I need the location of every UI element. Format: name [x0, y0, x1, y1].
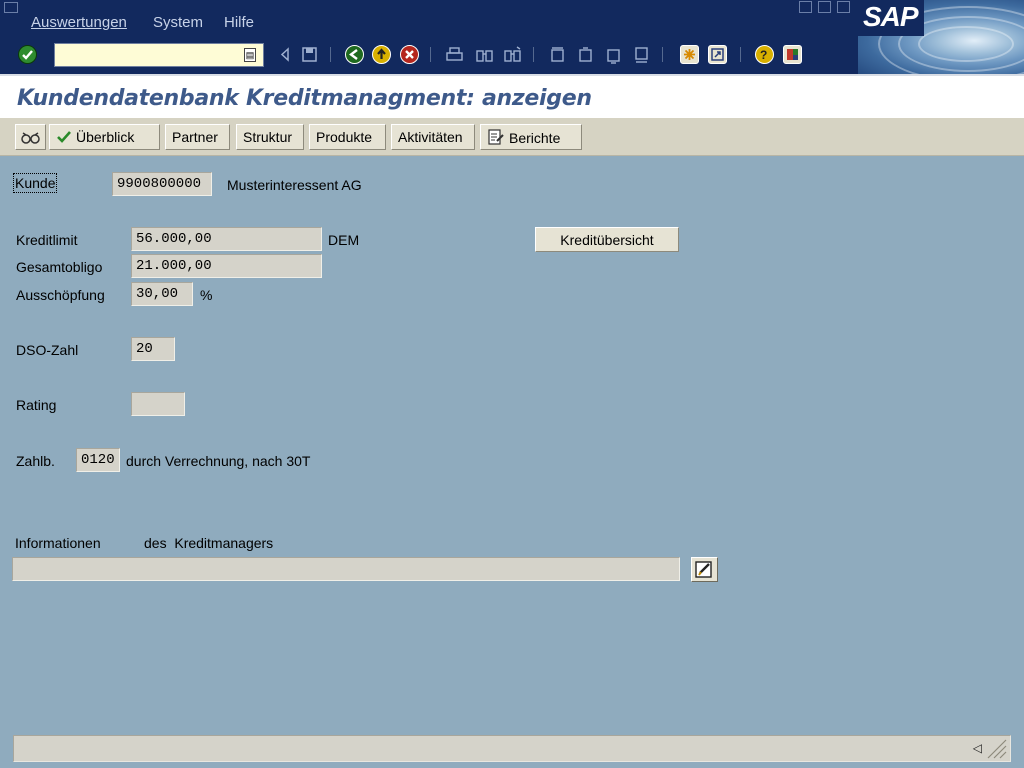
- title-bar: Kundendatenbank Kreditmanagment: anzeige…: [0, 74, 1024, 118]
- edit-note-button[interactable]: [691, 557, 718, 582]
- status-expand-icon[interactable]: ◁: [973, 741, 982, 755]
- application-toolbar: Überblick Partner Struktur Produkte Akti…: [0, 118, 1024, 156]
- ausschoepfung-unit: %: [200, 287, 213, 303]
- next-page-icon[interactable]: [604, 45, 623, 64]
- checkmark-icon: [56, 130, 72, 147]
- green-back-icon[interactable]: [345, 45, 364, 64]
- rating-field[interactable]: [131, 392, 185, 416]
- gesamtobligo-label: Gesamtobligo: [16, 259, 103, 275]
- status-bar: ◁: [13, 735, 1011, 762]
- kredituebersicht-button[interactable]: Kreditübersicht: [535, 227, 679, 252]
- last-page-icon[interactable]: [632, 45, 651, 64]
- minimize-icon[interactable]: [799, 1, 812, 13]
- shortcut-icon[interactable]: [708, 45, 727, 64]
- find-next-icon[interactable]: [503, 45, 522, 64]
- kunde-name: Musterinteressent AG: [227, 177, 362, 193]
- customize-layout-icon[interactable]: [783, 45, 802, 64]
- command-dropdown-icon[interactable]: ▤: [244, 48, 256, 62]
- dso-field[interactable]: 20: [131, 337, 175, 361]
- svg-text:?: ?: [760, 48, 767, 62]
- first-page-icon[interactable]: [548, 45, 567, 64]
- maximize-icon[interactable]: [818, 1, 831, 13]
- informationen-label: Informationen: [15, 535, 101, 551]
- kreditlimit-label: Kreditlimit: [16, 232, 78, 248]
- sap-logo-text: SAP: [863, 1, 919, 32]
- ueberblick-button[interactable]: Überblick: [49, 124, 160, 150]
- glasses-icon: [21, 132, 40, 144]
- create-session-icon[interactable]: [680, 45, 699, 64]
- menu-auswertungen[interactable]: Auswertungen: [31, 14, 127, 31]
- dso-label: DSO-Zahl: [16, 342, 79, 358]
- resize-grip-icon[interactable]: [986, 738, 1008, 760]
- find-icon[interactable]: [475, 45, 494, 64]
- ausschoepfung-label: Ausschöpfung: [16, 287, 105, 303]
- aktivitaeten-button[interactable]: Aktivitäten: [391, 124, 475, 150]
- gesamtobligo-field[interactable]: 21.000,00: [131, 254, 322, 278]
- help-icon[interactable]: ?: [755, 45, 774, 64]
- report-icon: [487, 129, 505, 148]
- kreditlimit-currency: DEM: [328, 232, 360, 248]
- print-icon[interactable]: [445, 45, 464, 64]
- previous-page-icon[interactable]: [576, 45, 595, 64]
- ausschoepfung-field[interactable]: 30,00: [131, 282, 193, 306]
- close-window-icon[interactable]: [837, 1, 850, 13]
- menu-hilfe[interactable]: Hilfe: [224, 14, 254, 31]
- page-title: Kundendatenbank Kreditmanagment: anzeige…: [17, 86, 592, 111]
- system-toolbar: ▤ ?: [0, 36, 858, 74]
- cancel-icon[interactable]: [400, 45, 419, 64]
- struktur-button[interactable]: Struktur: [236, 124, 304, 150]
- save-icon[interactable]: [300, 45, 319, 64]
- kreditmanager-label: des Kreditmanagers: [144, 535, 274, 551]
- zahlb-text: durch Verrechnung, nach 30T: [126, 453, 311, 469]
- produkte-button[interactable]: Produkte: [309, 124, 386, 150]
- enter-icon[interactable]: [18, 45, 37, 64]
- exit-icon[interactable]: [372, 45, 391, 64]
- menu-system[interactable]: System: [153, 14, 203, 31]
- kunde-field[interactable]: 9900800000: [112, 172, 212, 196]
- kunde-label[interactable]: Kunde: [13, 173, 58, 193]
- glasses-button[interactable]: [15, 124, 46, 150]
- back-icon[interactable]: [276, 45, 295, 64]
- sap-logo: SAP: [858, 0, 1024, 74]
- rating-label: Rating: [16, 397, 57, 413]
- command-field[interactable]: [54, 43, 264, 67]
- pencil-icon: [695, 561, 712, 578]
- system-menu-icon[interactable]: [4, 2, 18, 13]
- kreditlimit-field[interactable]: 56.000,00: [131, 227, 322, 251]
- kreditmanager-info-field[interactable]: [12, 557, 680, 581]
- berichte-button[interactable]: Berichte: [480, 124, 582, 150]
- partner-button[interactable]: Partner: [165, 124, 230, 150]
- zahlb-field[interactable]: 0120: [76, 448, 120, 472]
- zahlb-label: Zahlb.: [16, 453, 55, 469]
